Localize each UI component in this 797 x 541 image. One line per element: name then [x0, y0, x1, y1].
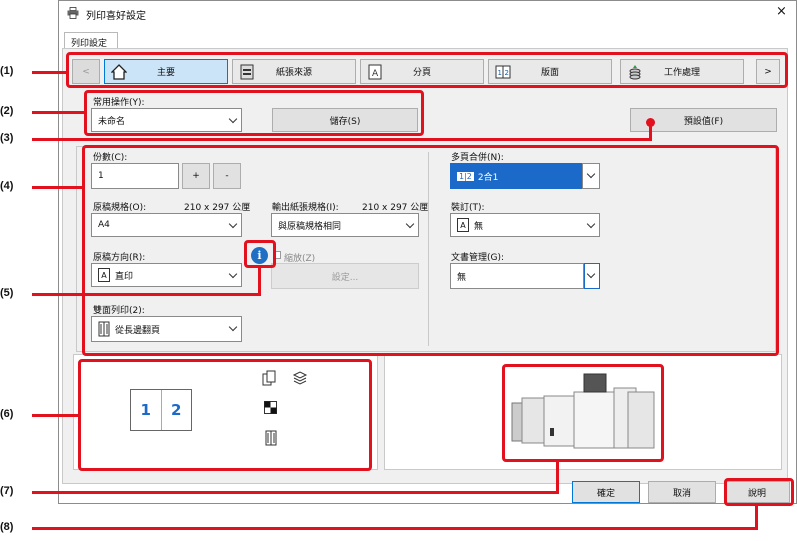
- callout-label-8: (8): [0, 521, 14, 533]
- callout-box-5: [244, 240, 276, 268]
- ok-button[interactable]: 確定: [572, 481, 640, 503]
- callout-line-6: [32, 414, 80, 417]
- callout-label-3: (3): [0, 132, 14, 144]
- window-title: 列印喜好設定: [86, 11, 146, 22]
- callout-label-7: (7): [0, 485, 14, 497]
- printer-icon: [67, 7, 79, 19]
- callout-line-2: [32, 111, 86, 114]
- close-button[interactable]: ×: [776, 4, 787, 19]
- callout-line-5a: [32, 293, 261, 296]
- callout-label-5: (5): [0, 287, 14, 299]
- callout-line-5b: [258, 266, 261, 296]
- callout-line-3a: [32, 138, 650, 141]
- cancel-button[interactable]: 取消: [648, 481, 716, 503]
- callout-box-1: [66, 52, 788, 88]
- callout-line-4: [32, 186, 84, 189]
- callout-label-4: (4): [0, 180, 14, 192]
- callout-label-2: (2): [0, 105, 14, 117]
- callout-label-6: (6): [0, 408, 14, 420]
- callout-box-8: [724, 478, 794, 506]
- callout-label-1: (1): [0, 65, 14, 77]
- callout-box-2: [84, 90, 424, 136]
- callout-box-4: [82, 145, 779, 356]
- callout-line-8b: [755, 504, 758, 530]
- callout-line-7b: [556, 460, 559, 494]
- callout-box-7: [502, 364, 664, 462]
- callout-line-1: [32, 71, 68, 74]
- tab-print-settings[interactable]: 列印設定: [64, 32, 118, 49]
- callout-line-7a: [32, 491, 559, 494]
- callout-line-8a: [32, 527, 758, 530]
- callout-line-3b: [649, 122, 652, 141]
- title-bar: [58, 0, 797, 28]
- callout-box-6: [78, 359, 372, 471]
